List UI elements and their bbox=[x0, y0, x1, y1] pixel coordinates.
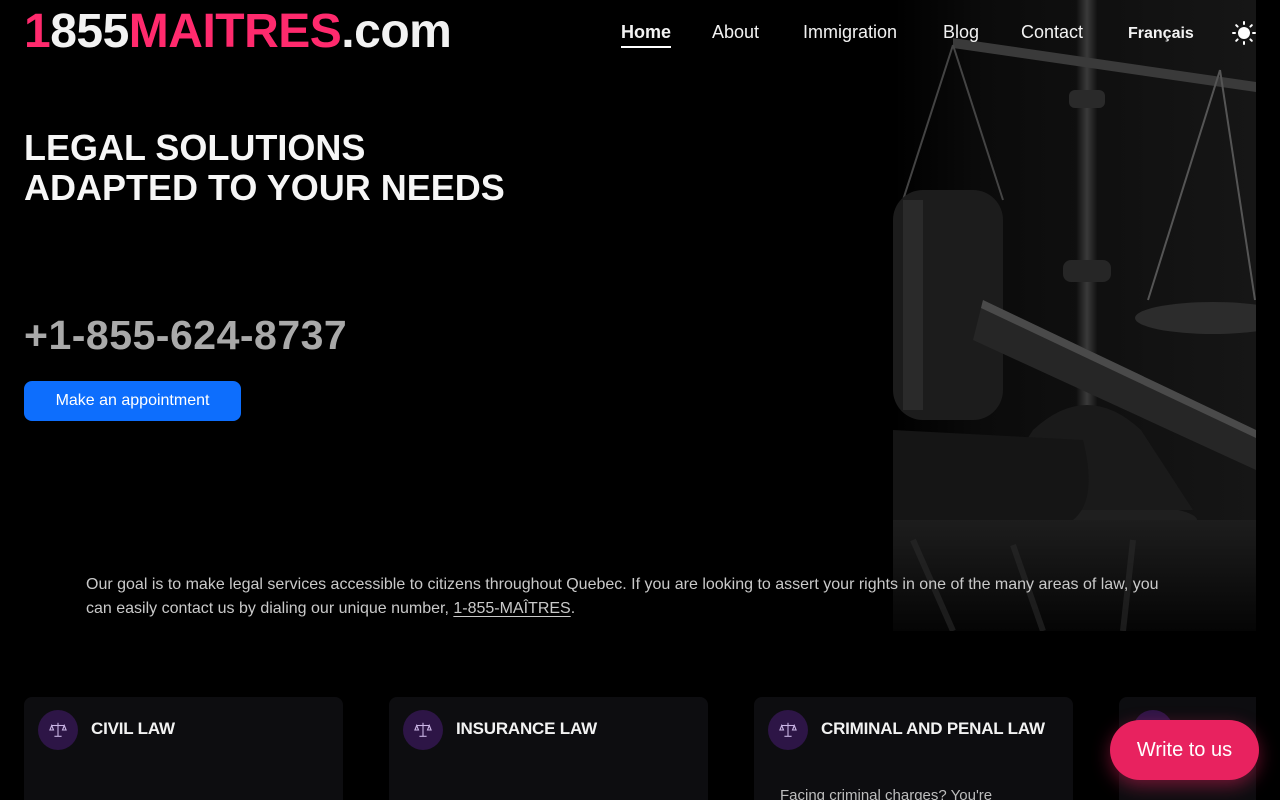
language-switch-link[interactable]: Français bbox=[1128, 22, 1194, 46]
nav-immigration[interactable]: Immigration bbox=[803, 20, 897, 44]
intro-text-end: . bbox=[570, 600, 576, 617]
practice-card-insurance-law[interactable]: INSURANCE LAW bbox=[389, 697, 708, 800]
sun-icon bbox=[1232, 21, 1256, 45]
scales-icon bbox=[38, 710, 78, 750]
practice-card-title: CIVIL LAW bbox=[91, 719, 175, 738]
page: 1855MAITRES.com Home About Immigration B… bbox=[0, 0, 1280, 800]
practice-card-civil-law[interactable]: CIVIL LAW bbox=[24, 697, 343, 800]
logo-tld: .com bbox=[341, 5, 452, 58]
hero-headline-line-2: ADAPTED TO YOUR NEEDS bbox=[24, 167, 505, 208]
practice-areas: CIVIL LAW INSURANCE LAW CRIMINAL AND PEN… bbox=[24, 697, 1256, 800]
practice-card-criminal-law[interactable]: CRIMINAL AND PENAL LAW Facing criminal c… bbox=[754, 697, 1073, 800]
theme-toggle-button[interactable] bbox=[1232, 21, 1256, 45]
scales-icon bbox=[768, 710, 808, 750]
nav-contact[interactable]: Contact bbox=[1021, 20, 1083, 44]
intro-paragraph: Our goal is to make legal services acces… bbox=[86, 573, 1186, 621]
practice-card-description: Facing criminal charges? You're bbox=[780, 787, 993, 800]
logo-digits: 855 bbox=[50, 5, 129, 58]
nav-blog[interactable]: Blog bbox=[943, 20, 979, 44]
scales-icon bbox=[403, 710, 443, 750]
practice-card-title: INSURANCE LAW bbox=[456, 719, 597, 738]
hero-scales-gavel-image bbox=[893, 0, 1256, 631]
nav-about[interactable]: About bbox=[712, 20, 759, 44]
hero-phone-number[interactable]: +1-855-624-8737 bbox=[24, 312, 347, 359]
make-appointment-button[interactable]: Make an appointment bbox=[24, 381, 241, 421]
site-logo[interactable]: 1855MAITRES.com bbox=[24, 4, 452, 60]
write-to-us-button[interactable]: Write to us bbox=[1110, 720, 1259, 780]
practice-card-title: CRIMINAL AND PENAL LAW bbox=[821, 719, 1045, 738]
nav-home[interactable]: Home bbox=[621, 20, 672, 48]
logo-brand: MAITRES bbox=[128, 5, 342, 58]
intro-text: Our goal is to make legal services acces… bbox=[86, 576, 1159, 617]
intro-phone-link[interactable]: 1-855-MAÎTRES bbox=[453, 600, 570, 617]
hero-headline-line-1: LEGAL SOLUTIONS bbox=[24, 127, 366, 168]
hero-headline: LEGAL SOLUTIONS ADAPTED TO YOUR NEEDS bbox=[24, 128, 505, 208]
logo-digit-one: 1 bbox=[24, 5, 51, 58]
